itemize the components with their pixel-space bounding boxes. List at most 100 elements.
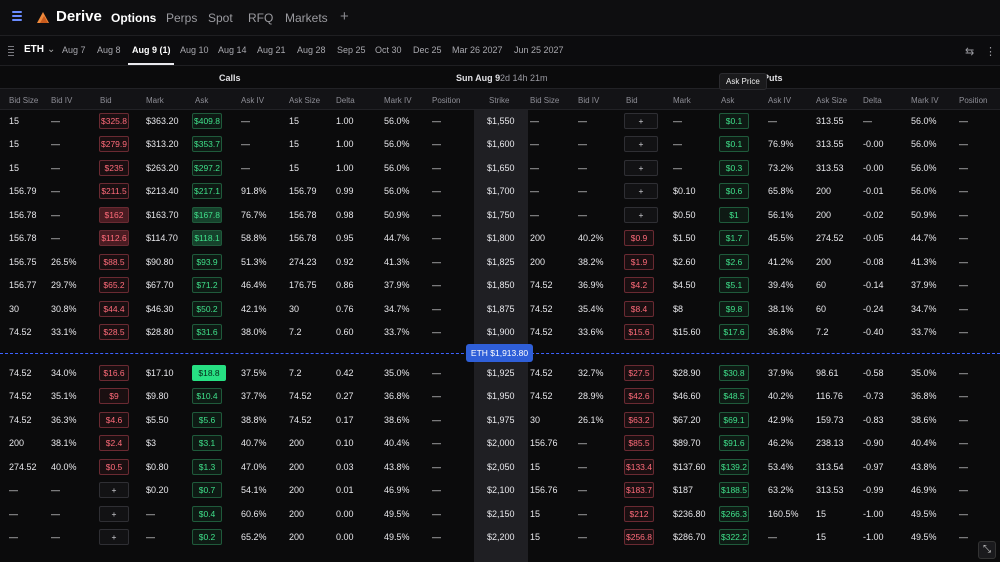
put-ask-button[interactable]: $322.2 — [719, 529, 749, 545]
put-ask-button[interactable]: $0.6 — [719, 183, 749, 199]
put-ask-button[interactable]: $2.6 — [719, 254, 749, 270]
expiry-tab-active[interactable]: Aug 9 (1) — [132, 45, 171, 55]
col-call-delta[interactable]: Delta — [336, 96, 355, 105]
col-put-bid-iv[interactable]: Bid IV — [578, 96, 599, 105]
expiry-tab[interactable]: Aug 14 — [218, 45, 247, 55]
col-call-ask[interactable]: Ask — [195, 96, 208, 105]
expiry-tab[interactable]: Jun 25 2027 — [514, 45, 564, 55]
call-ask-button[interactable]: $217.1 — [192, 183, 222, 199]
call-bid-button[interactable]: + — [99, 506, 129, 522]
call-bid-button[interactable]: $4.6 — [99, 412, 129, 428]
put-ask-button[interactable]: $30.8 — [719, 365, 749, 381]
put-bid-button[interactable]: + — [624, 207, 658, 223]
add-tab-button[interactable]: + — [340, 8, 349, 25]
col-put-mark[interactable]: Mark — [673, 96, 691, 105]
call-bid-button[interactable]: $325.8 — [99, 113, 129, 129]
call-bid-button[interactable]: $112.6 — [99, 230, 129, 246]
call-ask-button[interactable]: $5.6 — [192, 412, 222, 428]
expiry-tab[interactable]: Aug 7 — [62, 45, 86, 55]
col-put-bid-size[interactable]: Bid Size — [530, 96, 559, 105]
call-bid-button[interactable]: + — [99, 529, 129, 545]
call-ask-button[interactable]: $0.2 — [192, 529, 222, 545]
asset-selector[interactable]: ETH ⌄ — [24, 44, 55, 55]
menu-icon[interactable] — [12, 11, 22, 21]
call-bid-button[interactable]: $0.5 — [99, 459, 129, 475]
call-ask-button[interactable]: $118.1 — [192, 230, 222, 246]
put-ask-button[interactable]: $139.2 — [719, 459, 749, 475]
tab-markets[interactable]: Markets — [285, 11, 328, 25]
call-bid-button[interactable]: $235 — [99, 160, 129, 176]
tab-perps[interactable]: Perps — [166, 11, 197, 25]
put-bid-button[interactable]: $1.9 — [624, 254, 654, 270]
put-bid-button[interactable]: $63.2 — [624, 412, 654, 428]
col-call-bid-size[interactable]: Bid Size — [9, 96, 38, 105]
expiry-tab[interactable]: Oct 30 — [375, 45, 402, 55]
expiry-tab[interactable]: Aug 21 — [257, 45, 286, 55]
put-ask-button[interactable]: $9.8 — [719, 301, 749, 317]
col-call-bid[interactable]: Bid — [100, 96, 112, 105]
call-bid-button[interactable]: $279.9 — [99, 136, 129, 152]
swap-icon[interactable]: ⇆ — [965, 45, 974, 58]
col-call-bid-iv[interactable]: Bid IV — [51, 96, 72, 105]
put-bid-button[interactable]: $8.4 — [624, 301, 654, 317]
put-ask-button[interactable]: $48.5 — [719, 388, 749, 404]
put-bid-button[interactable]: + — [624, 113, 658, 129]
call-bid-button[interactable]: $65.2 — [99, 277, 129, 293]
put-bid-button[interactable]: $0.9 — [624, 230, 654, 246]
put-bid-button[interactable]: $256.8 — [624, 529, 654, 545]
put-ask-button[interactable]: $69.1 — [719, 412, 749, 428]
put-bid-button[interactable]: + — [624, 160, 658, 176]
put-bid-button[interactable]: + — [624, 183, 658, 199]
drag-handle-icon[interactable] — [8, 46, 14, 56]
call-ask-button[interactable]: $297.2 — [192, 160, 222, 176]
col-call-mark[interactable]: Mark — [146, 96, 164, 105]
call-ask-button[interactable]: $31.6 — [192, 324, 222, 340]
call-ask-button[interactable]: $0.4 — [192, 506, 222, 522]
call-ask-button[interactable]: $93.9 — [192, 254, 222, 270]
col-strike[interactable]: Strike — [489, 96, 509, 105]
col-put-position[interactable]: Position — [959, 96, 987, 105]
col-call-mark-iv[interactable]: Mark IV — [384, 96, 412, 105]
put-bid-button[interactable]: $183.7 — [624, 482, 654, 498]
call-bid-button[interactable]: + — [99, 482, 129, 498]
call-ask-button[interactable]: $0.7 — [192, 482, 222, 498]
col-put-ask-iv[interactable]: Ask IV — [768, 96, 791, 105]
expiry-tab[interactable]: Sep 25 — [337, 45, 366, 55]
col-put-bid[interactable]: Bid — [626, 96, 638, 105]
call-bid-button[interactable]: $162 — [99, 207, 129, 223]
call-ask-button[interactable]: $71.2 — [192, 277, 222, 293]
put-ask-button[interactable]: $17.6 — [719, 324, 749, 340]
put-ask-button[interactable]: $1 — [719, 207, 749, 223]
call-bid-button[interactable]: $211.5 — [99, 183, 129, 199]
call-bid-button[interactable]: $44.4 — [99, 301, 129, 317]
put-ask-button[interactable]: $0.3 — [719, 160, 749, 176]
put-bid-button[interactable]: $85.5 — [624, 435, 654, 451]
tab-options[interactable]: Options — [111, 11, 156, 25]
call-bid-button[interactable]: $2.4 — [99, 435, 129, 451]
col-put-delta[interactable]: Delta — [863, 96, 882, 105]
col-put-ask-size[interactable]: Ask Size — [816, 96, 847, 105]
call-bid-button[interactable]: $16.6 — [99, 365, 129, 381]
put-bid-button[interactable]: $27.5 — [624, 365, 654, 381]
put-ask-button[interactable]: $0.1 — [719, 136, 749, 152]
expiry-tab[interactable]: Aug 28 — [297, 45, 326, 55]
put-ask-button[interactable]: $0.1 — [719, 113, 749, 129]
put-bid-button[interactable]: $15.6 — [624, 324, 654, 340]
put-ask-button[interactable]: $266.3 — [719, 506, 749, 522]
expiry-tab[interactable]: Aug 10 — [180, 45, 209, 55]
call-bid-button[interactable]: $28.5 — [99, 324, 129, 340]
put-bid-button[interactable]: $212 — [624, 506, 654, 522]
put-bid-button[interactable]: $42.6 — [624, 388, 654, 404]
put-ask-button[interactable]: $91.6 — [719, 435, 749, 451]
more-options-icon[interactable]: ⋮ — [985, 45, 996, 58]
put-bid-button[interactable]: $133.4 — [624, 459, 654, 475]
call-ask-button[interactable]: $167.8 — [192, 207, 222, 223]
call-bid-button[interactable]: $9 — [99, 388, 129, 404]
expiry-tab[interactable]: Mar 26 2027 — [452, 45, 503, 55]
tab-spot[interactable]: Spot — [208, 11, 233, 25]
call-bid-button[interactable]: $88.5 — [99, 254, 129, 270]
col-call-ask-iv[interactable]: Ask IV — [241, 96, 264, 105]
col-call-position[interactable]: Position — [432, 96, 460, 105]
call-ask-button[interactable]: $409.8 — [192, 113, 222, 129]
expiry-tab[interactable]: Dec 25 — [413, 45, 442, 55]
